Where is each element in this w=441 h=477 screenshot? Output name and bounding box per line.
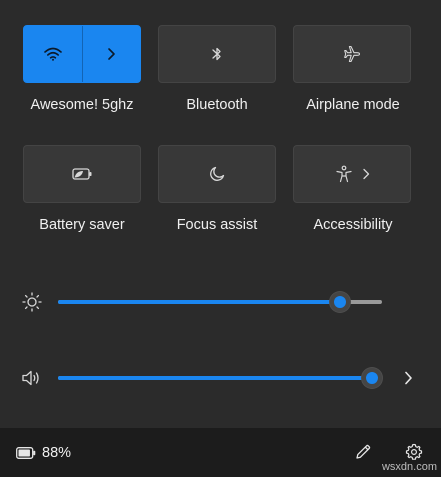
brightness-slider-fill xyxy=(58,300,340,304)
chevron-right-icon xyxy=(404,371,412,385)
wifi-tile-label: Awesome! 5ghz xyxy=(30,97,134,113)
battery-saver-tile[interactable] xyxy=(23,145,141,203)
edit-quick-settings-button[interactable] xyxy=(352,441,374,463)
quick-settings-panel: Awesome! 5ghz Bluetooth Airplane mode Ba… xyxy=(0,0,441,428)
accessibility-icon xyxy=(336,165,352,183)
settings-button[interactable] xyxy=(403,441,425,463)
gear-icon xyxy=(405,443,423,460)
volume-output-button[interactable] xyxy=(400,370,416,386)
bluetooth-icon xyxy=(212,47,221,61)
chevron-right-icon xyxy=(108,48,116,60)
battery-saver-tile-label: Battery saver xyxy=(39,217,125,233)
pencil-icon xyxy=(356,444,371,459)
accessibility-tile[interactable] xyxy=(293,145,411,203)
wifi-icon xyxy=(43,47,62,61)
volume-slider-fill xyxy=(58,376,372,380)
focus-assist-tile[interactable] xyxy=(158,145,276,203)
bluetooth-tile-label: Bluetooth xyxy=(186,97,248,113)
airplane-mode-tile-label: Airplane mode xyxy=(306,97,400,113)
brightness-icon xyxy=(22,292,42,312)
bluetooth-tile[interactable] xyxy=(158,25,276,83)
brightness-slider-thumb[interactable] xyxy=(330,292,350,312)
wifi-toggle-button[interactable] xyxy=(24,26,82,82)
quick-settings-footer: 88% wsxdn.com xyxy=(0,428,441,477)
battery-saver-icon xyxy=(72,168,92,180)
airplane-icon xyxy=(344,45,361,63)
accessibility-tile-label: Accessibility xyxy=(313,217,393,233)
moon-icon xyxy=(210,166,225,181)
volume-slider-thumb[interactable] xyxy=(362,368,382,388)
airplane-mode-tile[interactable] xyxy=(293,25,411,83)
battery-percentage: 88% xyxy=(42,445,72,461)
focus-assist-tile-label: Focus assist xyxy=(176,217,258,233)
brightness-slider-row xyxy=(20,287,420,317)
watermark-text: wsxdn.com xyxy=(381,461,437,473)
wifi-expand-button[interactable] xyxy=(82,26,140,82)
speaker-icon xyxy=(22,370,39,386)
volume-slider-row xyxy=(20,363,420,393)
battery-status[interactable]: 88% xyxy=(16,445,71,461)
battery-icon xyxy=(16,447,36,459)
wifi-tile[interactable] xyxy=(23,25,141,83)
chevron-right-icon xyxy=(363,168,370,180)
volume-slider[interactable] xyxy=(58,376,372,380)
